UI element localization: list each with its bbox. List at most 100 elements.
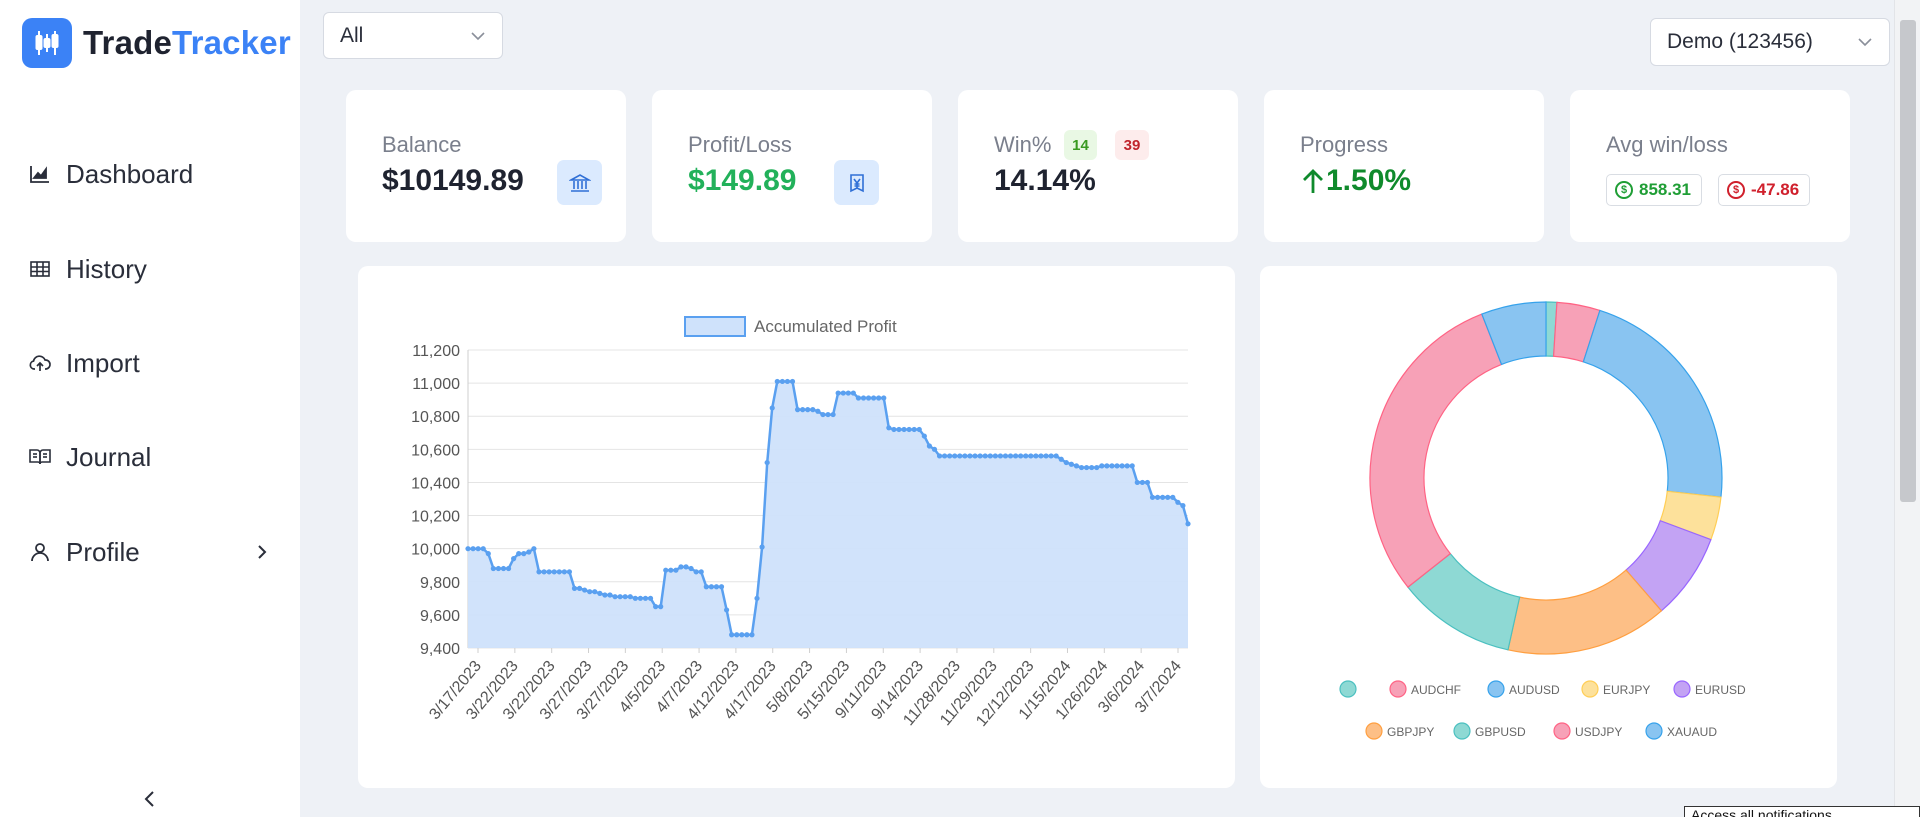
legend-swatch [684,316,746,337]
data-point [871,395,877,401]
data-point [526,549,532,555]
y-tick-label: 9,800 [420,575,460,592]
data-point [546,569,552,575]
data-point [1083,464,1090,471]
sidebar-item-journal[interactable]: Journal [28,432,274,482]
filter-select[interactable]: All [323,12,503,59]
data-point [561,569,567,575]
data-point [835,390,841,396]
pair-distribution-chart: AUDCHF AUDUSD EURJPY EURUSD GBPJPY GBPUSD USDJ… [1339,301,1746,740]
legend-marker [1389,680,1407,698]
data-point [592,589,598,595]
win-rate-card: Win% 14 39 14.14% [958,90,1238,242]
legend-marker [1453,722,1471,740]
data-point [521,551,527,557]
scrollbar-thumb[interactable] [1900,20,1916,502]
data-point [729,632,735,638]
data-point [617,594,623,600]
sidebar-item-profile[interactable]: Profile [28,527,274,577]
notifications-tooltip[interactable]: Access all notifications [1684,806,1920,817]
data-point [789,378,796,385]
data-point [749,632,755,638]
data-point [739,632,745,638]
bank-icon [557,160,602,205]
y-tick-label: 10,800 [411,409,460,426]
y-tick-label: 10,600 [411,442,460,459]
legend-marker [1339,680,1357,698]
chart-icon [30,166,49,183]
data-point [1180,503,1186,509]
data-point [1028,453,1034,459]
data-point [1160,494,1166,500]
donut-slice [1582,309,1723,498]
data-point [901,426,907,433]
legend-label: Accumulated Profit [754,317,897,336]
arrow-up-icon [1303,169,1323,193]
legend-marker [1581,680,1599,698]
accumulated-profit-chart-panel: Accumulated Profit 11,200 11,000 10,800 10,6… [358,266,1235,788]
legend-label: EURUSD [1695,683,1746,697]
data-point [1114,463,1120,469]
app-logo[interactable]: TradeTracker [22,18,291,68]
data-point [1023,453,1029,459]
data-point [485,551,491,557]
table-icon [30,261,50,277]
sidebar-item-label: Journal [66,441,152,472]
data-point [855,395,862,401]
sidebar-item-dashboard[interactable]: Dashboard [28,149,274,199]
sidebar: TradeTracker Dashboard History Import Jo… [0,0,300,817]
legend-label: EURJPY [1603,683,1650,697]
user-icon [31,543,49,562]
data-point [972,453,978,459]
avg-loss-badge: $ -47.86 [1718,174,1811,206]
data-point [1089,464,1095,471]
data-point [1175,499,1181,505]
data-point [1063,459,1069,466]
candlestick-icon [22,18,72,68]
data-point [1038,453,1044,459]
data-point [911,426,917,433]
data-point [1058,456,1064,462]
legend-label: GBPUSD [1475,725,1526,739]
data-point [779,378,785,385]
data-point [962,453,968,459]
progress-value: 1.50% [1326,164,1412,197]
scrollbar[interactable] [1894,0,1920,817]
data-point [653,604,659,610]
sidebar-item-history[interactable]: History [28,244,274,294]
data-point [495,565,502,572]
data-point [642,595,649,601]
accumulated-profit-chart: Accumulated Profit 11,200 11,000 10,800 10,6… [411,316,1191,730]
yen-bill-icon [834,160,879,205]
data-point [845,390,851,396]
data-point [840,390,846,396]
data-point [982,453,988,459]
data-point [1078,464,1085,471]
pair-distribution-chart-panel: AUDCHF AUDUSD EURJPY EURUSD GBPJPY GBPUSD USDJ… [1260,266,1837,788]
data-point [556,569,562,575]
data-point [500,565,507,572]
data-point [744,632,750,638]
data-point [637,595,643,601]
legend-marker [1673,680,1691,698]
data-point [931,446,938,452]
dollar-icon: $ [1615,181,1633,199]
data-point [947,453,953,459]
collapse-sidebar-icon[interactable] [138,786,162,812]
data-point [825,411,831,418]
account-select[interactable]: Demo (123456) [1650,18,1890,66]
profit-loss-card: Profit/Loss $149.89 [652,90,932,242]
data-point [805,407,811,413]
data-point [713,584,720,590]
data-point [587,589,593,595]
data-point [490,565,496,572]
data-point [536,569,542,575]
sidebar-item-import[interactable]: Import [28,338,274,388]
app-name-part2: Tracker [172,24,291,61]
data-point [505,565,512,572]
data-point [693,569,699,575]
chevron-right-icon [258,545,267,559]
data-point [876,395,882,401]
data-point [470,546,476,552]
balance-label: Balance [382,132,462,157]
